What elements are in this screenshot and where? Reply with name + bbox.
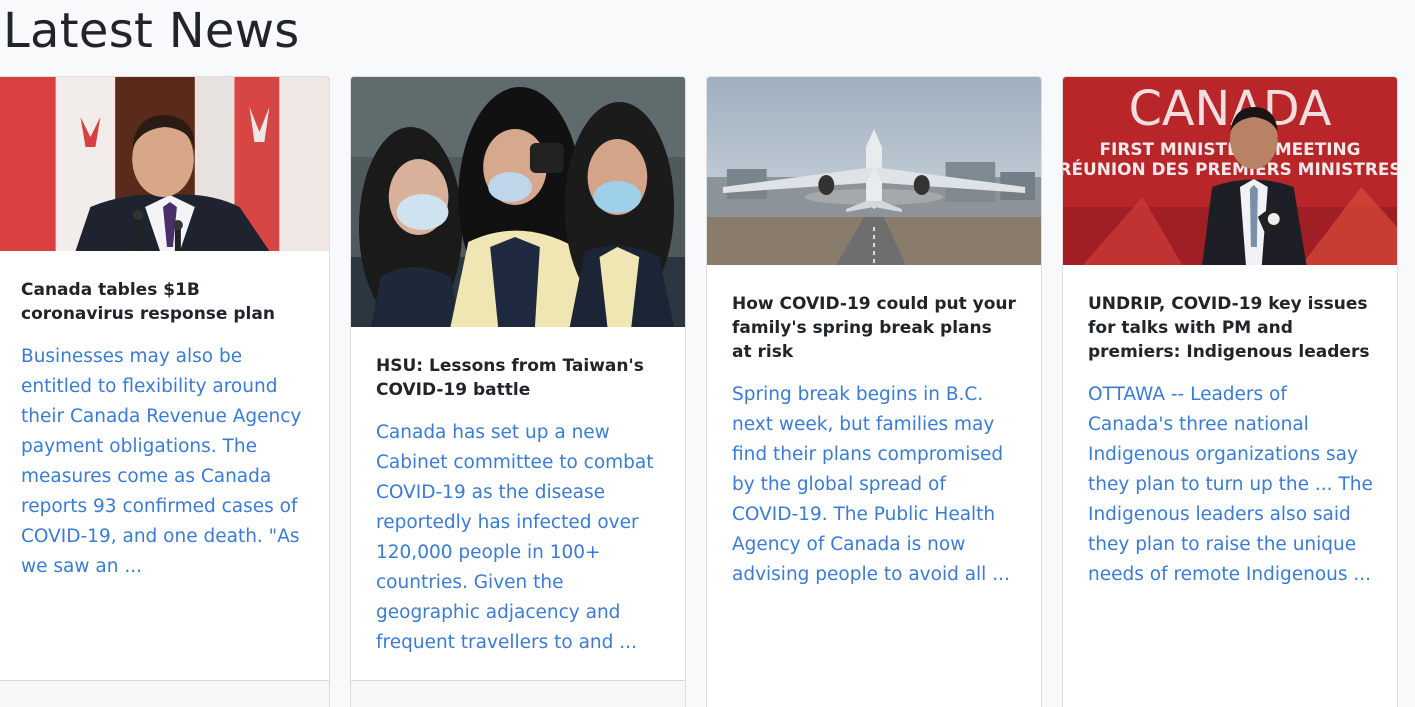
news-card[interactable]: How COVID-19 could put your family's spr… bbox=[706, 76, 1042, 707]
card-footer bbox=[0, 680, 329, 707]
backdrop-line-1: FIRST MINISTERS' MEETING bbox=[1100, 139, 1361, 159]
news-card[interactable]: CANADA FIRST MINISTERS' MEETING RÉUNION … bbox=[1062, 76, 1398, 707]
backdrop-sign: CANADA bbox=[1129, 82, 1332, 137]
news-card[interactable]: Canada tables $1B coronavirus response p… bbox=[0, 76, 330, 707]
article-image-first-ministers-meeting[interactable]: CANADA FIRST MINISTERS' MEETING RÉUNION … bbox=[1063, 77, 1397, 265]
article-title[interactable]: HSU: Lessons from Taiwan's COVID-19 batt… bbox=[376, 354, 661, 402]
article-title[interactable]: UNDRIP, COVID-19 key issues for talks wi… bbox=[1088, 292, 1373, 364]
article-summary[interactable]: OTTAWA -- Leaders of Canada's three nati… bbox=[1088, 380, 1373, 590]
article-summary[interactable]: Canada has set up a new Cabinet committe… bbox=[376, 418, 661, 658]
article-summary[interactable]: Spring break begins in B.C. next week, b… bbox=[732, 380, 1017, 590]
article-image-airplane[interactable] bbox=[707, 77, 1041, 265]
news-card[interactable]: HSU: Lessons from Taiwan's COVID-19 batt… bbox=[350, 76, 686, 707]
article-image-trudeau[interactable] bbox=[0, 77, 329, 251]
backdrop-line-2: RÉUNION DES PREMIERS MINISTRES bbox=[1063, 158, 1397, 179]
article-title[interactable]: How COVID-19 could put your family's spr… bbox=[732, 292, 1017, 364]
article-title[interactable]: Canada tables $1B coronavirus response p… bbox=[21, 278, 305, 326]
article-summary[interactable]: Businesses may also be entitled to flexi… bbox=[21, 342, 305, 582]
card-footer bbox=[351, 680, 685, 707]
article-image-masked-students[interactable] bbox=[351, 77, 685, 327]
page-title: Latest News bbox=[3, 3, 300, 59]
